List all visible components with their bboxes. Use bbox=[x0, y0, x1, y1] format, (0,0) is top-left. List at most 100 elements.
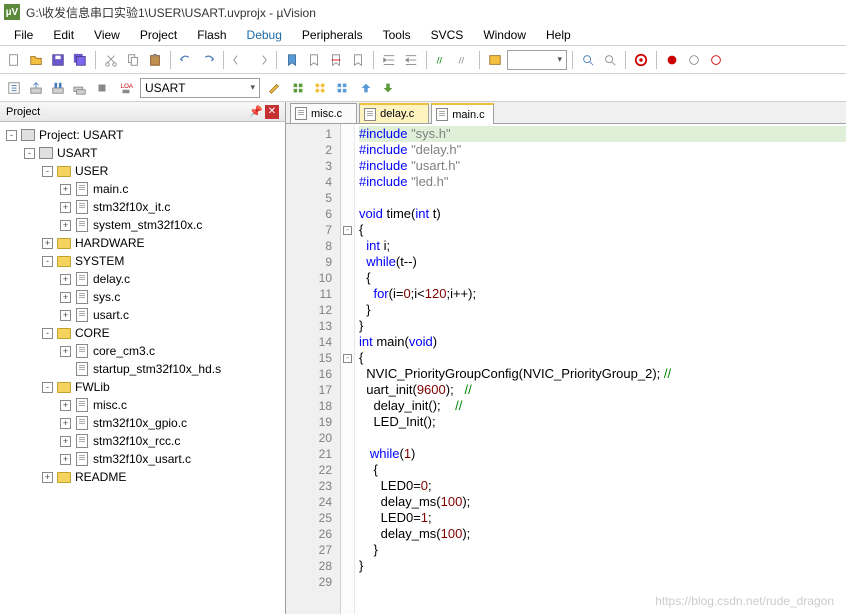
menu-file[interactable]: File bbox=[4, 26, 43, 44]
code-line[interactable]: delay_init(); // bbox=[359, 398, 846, 414]
tree-node[interactable]: +system_stm32f10x.c bbox=[0, 216, 285, 234]
fold-marker[interactable] bbox=[341, 254, 354, 270]
tab-delay-c[interactable]: delay.c bbox=[359, 103, 429, 123]
tree-node[interactable]: +stm32f10x_gpio.c bbox=[0, 414, 285, 432]
fold-marker[interactable] bbox=[341, 366, 354, 382]
pack-installer-button[interactable] bbox=[332, 78, 352, 98]
breakpoint-disable-button[interactable] bbox=[684, 50, 704, 70]
bookmark-list-button[interactable] bbox=[348, 50, 368, 70]
batch-build-button[interactable] bbox=[70, 78, 90, 98]
find-button[interactable] bbox=[485, 50, 505, 70]
fold-marker[interactable] bbox=[341, 382, 354, 398]
tree-node[interactable]: -CORE bbox=[0, 324, 285, 342]
code-line[interactable]: delay_ms(100); bbox=[359, 494, 846, 510]
tree-node[interactable]: +HARDWARE bbox=[0, 234, 285, 252]
fold-marker[interactable] bbox=[341, 190, 354, 206]
fold-marker[interactable]: - bbox=[341, 222, 354, 238]
expand-icon[interactable]: - bbox=[42, 256, 53, 267]
bookmark-clear-button[interactable] bbox=[326, 50, 346, 70]
stop-build-button[interactable] bbox=[92, 78, 112, 98]
tree-node[interactable]: -SYSTEM bbox=[0, 252, 285, 270]
project-tree[interactable]: -Project: USART-USART-USER+main.c+stm32f… bbox=[0, 122, 285, 614]
incremental-find-button[interactable] bbox=[600, 50, 620, 70]
breakpoint-kill-button[interactable] bbox=[706, 50, 726, 70]
fold-marker[interactable] bbox=[341, 302, 354, 318]
fold-marker[interactable] bbox=[341, 318, 354, 334]
fold-marker[interactable] bbox=[341, 446, 354, 462]
manage-rte-button[interactable] bbox=[288, 78, 308, 98]
code-line[interactable] bbox=[359, 430, 846, 446]
fold-marker[interactable] bbox=[341, 174, 354, 190]
find-combo[interactable]: ▾ bbox=[507, 50, 567, 70]
expand-icon[interactable]: + bbox=[60, 184, 71, 195]
fold-marker[interactable] bbox=[341, 206, 354, 222]
tree-node[interactable]: -USER bbox=[0, 162, 285, 180]
tree-node[interactable]: +misc.c bbox=[0, 396, 285, 414]
menu-help[interactable]: Help bbox=[536, 26, 581, 44]
menu-edit[interactable]: Edit bbox=[43, 26, 84, 44]
tree-node[interactable]: +stm32f10x_it.c bbox=[0, 198, 285, 216]
code-line[interactable]: #include "sys.h" bbox=[359, 126, 846, 142]
tree-node[interactable]: startup_stm32f10x_hd.s bbox=[0, 360, 285, 378]
code-line[interactable]: LED0=1; bbox=[359, 510, 846, 526]
breakpoint-insert-button[interactable] bbox=[662, 50, 682, 70]
code-line[interactable]: void time(int t) bbox=[359, 206, 846, 222]
code-line[interactable]: { bbox=[359, 270, 846, 286]
tree-node[interactable]: +usart.c bbox=[0, 306, 285, 324]
tree-node[interactable]: +README bbox=[0, 468, 285, 486]
code-line[interactable]: uart_init(9600); // bbox=[359, 382, 846, 398]
fold-marker[interactable] bbox=[341, 510, 354, 526]
tree-node[interactable]: +delay.c bbox=[0, 270, 285, 288]
fold-marker[interactable] bbox=[341, 238, 354, 254]
bookmark-toggle-button[interactable] bbox=[304, 50, 324, 70]
fold-marker[interactable]: - bbox=[341, 350, 354, 366]
debug-button[interactable] bbox=[631, 50, 651, 70]
expand-icon[interactable]: + bbox=[60, 436, 71, 447]
copy-button[interactable] bbox=[123, 50, 143, 70]
expand-icon[interactable]: - bbox=[24, 148, 35, 159]
code-line[interactable]: NVIC_PriorityGroupConfig(NVIC_PriorityGr… bbox=[359, 366, 846, 382]
tree-node[interactable]: +main.c bbox=[0, 180, 285, 198]
pin-icon[interactable]: 📌 bbox=[249, 105, 263, 119]
cut-button[interactable] bbox=[101, 50, 121, 70]
fold-marker[interactable] bbox=[341, 414, 354, 430]
code-line[interactable]: { bbox=[359, 462, 846, 478]
menu-svcs[interactable]: SVCS bbox=[421, 26, 474, 44]
fold-marker[interactable] bbox=[341, 430, 354, 446]
build-button[interactable] bbox=[26, 78, 46, 98]
expand-icon[interactable]: + bbox=[42, 472, 53, 483]
expand-icon[interactable]: + bbox=[60, 292, 71, 303]
target-options-button[interactable] bbox=[264, 78, 284, 98]
menu-view[interactable]: View bbox=[84, 26, 130, 44]
fold-marker[interactable] bbox=[341, 494, 354, 510]
fold-marker[interactable] bbox=[341, 334, 354, 350]
menu-project[interactable]: Project bbox=[130, 26, 187, 44]
expand-icon[interactable]: - bbox=[6, 130, 17, 141]
uncomment-button[interactable]: // bbox=[454, 50, 474, 70]
menu-debug[interactable]: Debug bbox=[237, 26, 292, 44]
download-button[interactable]: LOAD bbox=[116, 78, 136, 98]
expand-icon[interactable]: + bbox=[60, 220, 71, 231]
code-line[interactable]: } bbox=[359, 318, 846, 334]
bookmark-prev-button[interactable] bbox=[229, 50, 249, 70]
tree-node[interactable]: +stm32f10x_usart.c bbox=[0, 450, 285, 468]
code-line[interactable]: { bbox=[359, 222, 846, 238]
fold-marker[interactable] bbox=[341, 158, 354, 174]
bookmark-button[interactable] bbox=[282, 50, 302, 70]
target-combo[interactable]: USART▾ bbox=[140, 78, 260, 98]
code-line[interactable]: } bbox=[359, 302, 846, 318]
translate-button[interactable] bbox=[4, 78, 24, 98]
bookmark-next-button[interactable] bbox=[251, 50, 271, 70]
tree-node[interactable]: -USART bbox=[0, 144, 285, 162]
paste-button[interactable] bbox=[145, 50, 165, 70]
indent-button[interactable] bbox=[379, 50, 399, 70]
fold-marker[interactable] bbox=[341, 126, 354, 142]
rebuild-button[interactable] bbox=[48, 78, 68, 98]
select-packs-button[interactable] bbox=[310, 78, 330, 98]
expand-icon[interactable]: + bbox=[60, 418, 71, 429]
code-line[interactable]: #include "usart.h" bbox=[359, 158, 846, 174]
code-line[interactable] bbox=[359, 190, 846, 206]
tree-node[interactable]: -Project: USART bbox=[0, 126, 285, 144]
fold-marker[interactable] bbox=[341, 286, 354, 302]
code-line[interactable]: delay_ms(100); bbox=[359, 526, 846, 542]
